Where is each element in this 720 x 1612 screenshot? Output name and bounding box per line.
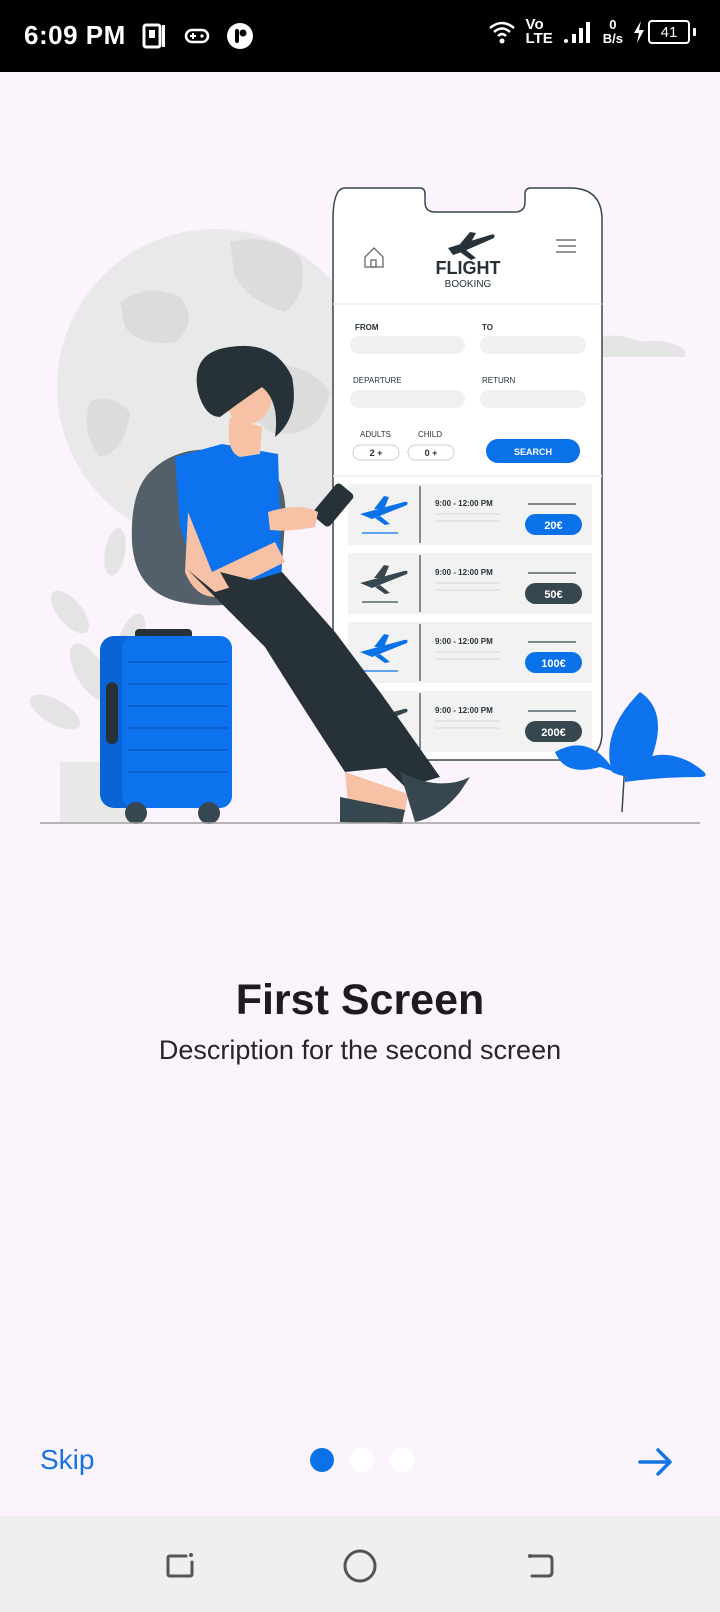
app-badge-icon [227,23,253,49]
wifi-icon [488,21,515,44]
child-label: CHILD [418,430,442,439]
flight-card: 9:00 - 12:00 PM 50€ [348,553,592,614]
adults-value: 2 + [370,448,383,458]
flight-card: 9:00 - 12:00 PM 100€ [348,622,592,683]
flight-time: 9:00 - 12:00 PM [435,706,493,715]
flight-price: 50€ [544,589,562,601]
speed-unit: B/s [602,31,623,46]
onboarding-illustration: FLIGHT BOOKING FROM TO DEPARTURE RETURN … [30,187,706,824]
pocket-icon [142,23,165,49]
back-icon[interactable] [520,1546,560,1586]
logo-title: FLIGHT [436,258,501,278]
signal-icon [563,22,590,43]
flight-time: 9:00 - 12:00 PM [435,637,493,646]
flight-time: 9:00 - 12:00 PM [435,499,493,508]
battery-icon: 41 [633,20,696,44]
page-dot-2[interactable] [350,1448,374,1472]
charging-bolt-icon [634,21,644,43]
home-button-icon[interactable] [340,1546,380,1586]
system-navigation-bar [0,1516,720,1612]
skip-button[interactable]: Skip [40,1444,94,1476]
departure-label: DEPARTURE [353,376,402,385]
speed-value: 0 [609,17,617,32]
child-value: 0 + [425,448,438,458]
recent-apps-icon[interactable] [160,1546,200,1586]
return-label: RETURN [482,376,516,385]
battery-level: 41 [660,23,678,41]
volte-label: Vo LTE [525,17,553,47]
to-label: TO [482,323,493,332]
flight-price: 100€ [541,658,565,670]
suitcase [100,629,232,824]
gamepad-icon [184,28,210,44]
logo-subtitle: BOOKING [445,279,492,290]
from-label: FROM [355,323,379,332]
flight-price: 20€ [544,520,562,532]
page-dot-3[interactable] [390,1448,414,1472]
page-dot-1[interactable] [310,1448,334,1472]
status-time: 6:09 PM [24,20,126,50]
flight-card: 9:00 - 12:00 PM 20€ [348,484,592,545]
data-speed: 0 B/s [603,18,623,46]
page-indicator [310,1448,414,1472]
next-arrow-icon[interactable] [636,1442,676,1482]
volte-bottom: LTE [525,30,553,47]
adults-label: ADULTS [360,430,391,439]
flight-time: 9:00 - 12:00 PM [435,568,493,577]
onboarding-description: Description for the second screen [158,1035,562,1065]
search-label: SEARCH [514,447,552,457]
flight-price: 200€ [541,727,565,739]
status-bar: 6:09 PM Vo LTE 0 B/s 41 [0,0,720,72]
onboarding-title: First Screen [235,976,485,1024]
